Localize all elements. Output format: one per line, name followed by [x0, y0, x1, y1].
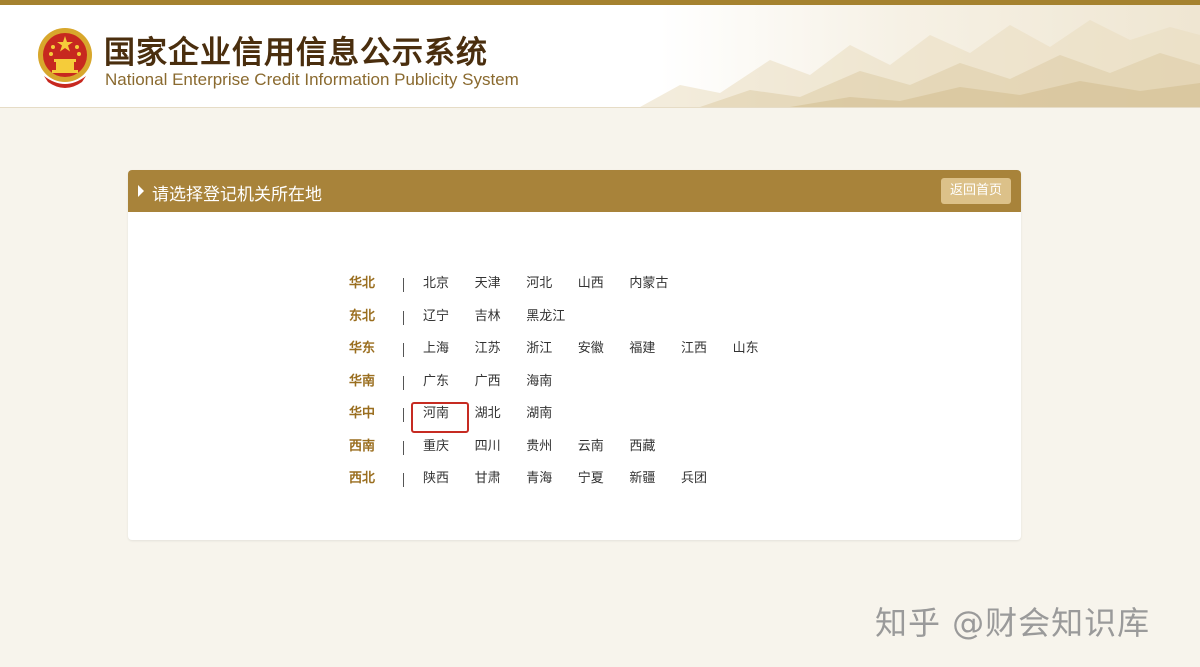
- panel-title: 请选择登记机关所在地: [152, 185, 322, 205]
- province-link[interactable]: 宁夏: [578, 467, 630, 491]
- site-title-english: National Enterprise Credit Information P…: [105, 70, 519, 89]
- province-link[interactable]: 新疆: [629, 467, 681, 491]
- province-link[interactable]: 上海: [423, 337, 475, 361]
- province-link[interactable]: 兵团: [681, 467, 733, 491]
- province-link[interactable]: 河北: [526, 272, 578, 296]
- province-link[interactable]: 西藏: [629, 435, 681, 459]
- region-separator: [403, 310, 404, 325]
- province-link[interactable]: 福建: [629, 337, 681, 361]
- province-links: 辽宁 吉林 黑龙江: [423, 305, 578, 329]
- region-label: 华东: [349, 341, 376, 356]
- province-link[interactable]: 山东: [733, 337, 785, 361]
- region-separator: [403, 408, 404, 422]
- province-link[interactable]: 甘肃: [475, 467, 527, 491]
- region-label: 华中: [349, 406, 376, 421]
- province-link[interactable]: 安徽: [578, 337, 630, 361]
- province-link[interactable]: 江苏: [475, 337, 527, 361]
- province-link[interactable]: 海南: [526, 370, 578, 394]
- province-link[interactable]: 陕西: [423, 467, 475, 491]
- province-link[interactable]: 广东: [423, 370, 475, 394]
- province-links: 上海 江苏 浙江 安徽 福建 江西 山东: [423, 337, 784, 361]
- region-label: 华南: [349, 373, 376, 389]
- province-link[interactable]: 江西: [681, 337, 733, 361]
- province-link[interactable]: 内蒙古: [629, 272, 681, 296]
- selection-highlight-box: [411, 402, 469, 433]
- province-link[interactable]: 青海: [526, 467, 578, 491]
- province-links: 广东 广西 海南: [423, 370, 578, 394]
- region-separator: [403, 343, 404, 357]
- region-separator: [403, 375, 404, 390]
- province-link[interactable]: 广西: [475, 370, 527, 394]
- region-select-panel: 请选择登记机关所在地 返回首页 华北 北京 天津 河北 山西 内蒙古东北 辽宁 吉林 黑龙江华东…: [128, 170, 1021, 540]
- province-link[interactable]: 山西: [578, 272, 630, 296]
- province-links: 北京 天津 河北 山西 内蒙古: [423, 272, 681, 296]
- region-separator: [403, 473, 404, 487]
- watermark-text: 知乎 @财会知识库: [875, 604, 1151, 642]
- province-link[interactable]: 天津: [475, 272, 527, 296]
- national-emblem-logo: [38, 28, 92, 88]
- province-link[interactable]: 湖北: [475, 402, 527, 426]
- province-link[interactable]: 湖南: [526, 402, 578, 426]
- panel-header: 请选择登记机关所在地 返回首页: [128, 170, 1021, 212]
- province-links: 陕西 甘肃 青海 宁夏 新疆 兵团: [423, 467, 733, 491]
- region-separator: [403, 440, 404, 455]
- province-link[interactable]: 贵州: [526, 435, 578, 459]
- site-header: 国家企业信用信息公示系统 National Enterprise Credit …: [0, 5, 1200, 108]
- province-link[interactable]: 辽宁: [423, 305, 475, 329]
- region-label: 东北: [349, 308, 376, 324]
- region-separator: [403, 278, 404, 292]
- back-to-home-button[interactable]: 返回首页: [940, 178, 1011, 204]
- province-link[interactable]: 四川: [475, 435, 527, 459]
- caret-right-icon: [138, 185, 144, 197]
- region-label: 西南: [349, 438, 376, 454]
- province-link[interactable]: 北京: [423, 272, 475, 296]
- region-label: 华北: [349, 276, 376, 291]
- province-link[interactable]: 重庆: [423, 435, 475, 459]
- province-link[interactable]: 浙江: [526, 337, 578, 361]
- mountain-landscape-decoration: [640, 20, 1200, 107]
- province-link[interactable]: 黑龙江: [526, 305, 578, 329]
- site-title-chinese: 国家企业信用信息公示系统: [104, 35, 488, 71]
- province-link[interactable]: 吉林: [475, 305, 527, 329]
- province-link[interactable]: 云南: [578, 435, 630, 459]
- province-links: 重庆 四川 贵州 云南 西藏: [423, 435, 681, 459]
- region-label: 西北: [349, 471, 376, 486]
